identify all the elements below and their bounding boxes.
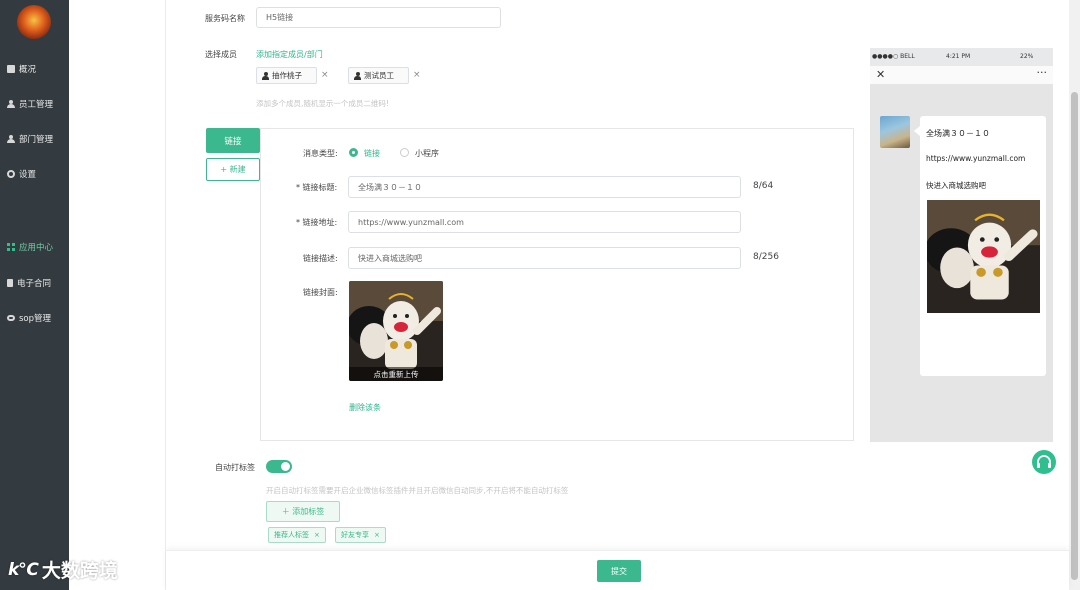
reupload-button[interactable]: 点击重新上传 — [349, 367, 443, 381]
scrollbar-thumb[interactable] — [1071, 92, 1078, 580]
app-center-icon — [7, 243, 15, 251]
more-icon: ··· — [1036, 66, 1048, 79]
phone-status-bar: ●●●●○ BELL 4:21 PM 22% — [870, 48, 1053, 66]
close-icon: ✕ — [876, 68, 886, 81]
sidebar-item-settings[interactable]: 设置 — [7, 167, 36, 181]
member-name: 抽作桃子 — [272, 71, 302, 80]
member-name: 测试员工 — [364, 71, 394, 80]
phone-carrier: ●●●●○ BELL — [872, 53, 915, 60]
member-chip: 测试员工 — [348, 67, 409, 84]
remove-member-icon[interactable]: × — [413, 70, 421, 80]
remove-member-icon[interactable]: × — [321, 70, 329, 80]
remove-tag-icon[interactable]: × — [314, 531, 320, 539]
avatar — [880, 116, 910, 148]
contract-icon — [7, 279, 13, 287]
link-url-label: * 链接地址: — [296, 218, 338, 227]
footer-bar: 提交 — [166, 550, 1069, 590]
watermark: k℃ 大数跨境 — [8, 556, 118, 583]
submit-button[interactable]: 提交 — [597, 560, 641, 582]
sidebar-item-label: 员工管理 — [19, 100, 54, 110]
sidebar-item-app-center[interactable]: 应用中心 — [7, 240, 53, 254]
service-name-input[interactable]: H5链接 — [256, 7, 501, 28]
bubble-desc: 快进入商城选购吧 — [926, 181, 986, 190]
bubble-cover-image — [927, 200, 1040, 313]
new-tab-button[interactable]: + 新建 — [206, 158, 260, 181]
sop-icon — [7, 315, 15, 321]
phone-nav-bar: ✕ ··· — [870, 66, 1053, 84]
sidebar-item-label: 应用中心 — [19, 243, 54, 253]
tag-chip: 推荐人标签 × — [268, 527, 326, 543]
tab-link[interactable]: 链接 — [206, 128, 260, 153]
link-desc-label: 链接描述: — [303, 254, 338, 263]
watermark-logo: k℃ — [8, 559, 39, 580]
link-url-input[interactable]: https://www.yunzmall.com — [348, 211, 741, 233]
sidebar-item-label: 设置 — [19, 170, 37, 180]
phone-battery: 22% — [1020, 53, 1034, 60]
delete-item-link[interactable]: 删除该条 — [349, 402, 381, 413]
sidebar-item-label: sop管理 — [19, 314, 52, 324]
sidebar-item-label: 电子合同 — [17, 279, 52, 289]
sidebar-item-sop[interactable]: sop管理 — [7, 311, 51, 325]
auto-tag-hint: 开启自动打标签需要开启企业微信标签插件并且开启微信自动同步,不开启将不能自动打标… — [266, 486, 569, 495]
link-title-label: * 链接标题: — [296, 183, 338, 192]
title-char-count: 8/64 — [753, 181, 774, 191]
message-bubble: 全场满３０－１０ https://www.yunzmall.com 快进入商城选… — [914, 116, 1046, 376]
sidebar-item-overview[interactable]: 概况 — [7, 62, 36, 76]
customer-service-button[interactable] — [1032, 450, 1056, 474]
members-label: 选择成员 — [205, 50, 237, 59]
sidebar-item-label: 部门管理 — [19, 135, 54, 145]
cover-photo — [927, 200, 1040, 313]
link-title-input[interactable]: 全场满３０－１０ — [348, 176, 741, 198]
tag-chip-label: 推荐人标签 — [274, 531, 309, 539]
person-icon — [354, 71, 361, 80]
person-icon — [262, 71, 269, 80]
auto-tag-toggle[interactable] — [266, 460, 292, 473]
add-members-link[interactable]: 添加指定成员/部门 — [256, 49, 323, 60]
link-cover-image[interactable]: 点击重新上传 — [349, 281, 443, 381]
link-desc-input[interactable]: 快进入商城选购吧 — [348, 247, 741, 269]
members-hint: 添加多个成员,随机显示一个成员二维码! — [256, 99, 389, 108]
service-name-label: 服务码名称 — [205, 14, 245, 23]
auto-tag-label: 自动打标签 — [215, 463, 255, 472]
settings-icon — [7, 170, 15, 178]
phone-preview: ●●●●○ BELL 4:21 PM 22% ✕ ··· 全场满３０－１０ ht… — [870, 48, 1053, 442]
bubble-title: 全场满３０－１０ — [926, 129, 990, 138]
member-chip: 抽作桃子 — [256, 67, 317, 84]
radio-link[interactable] — [349, 148, 358, 157]
sidebar-item-staff[interactable]: 员工管理 — [7, 97, 53, 111]
headset-icon — [1037, 455, 1051, 468]
sub-sidebar — [69, 0, 166, 590]
overview-icon — [7, 65, 15, 73]
sidebar-item-label: 概况 — [19, 65, 37, 75]
tag-chip-label: 好友专享 — [341, 531, 369, 539]
add-tag-button[interactable]: ＋ 添加标签 — [266, 501, 340, 522]
sidebar-item-contract[interactable]: 电子合同 — [7, 276, 51, 290]
sidebar: 概况 员工管理 部门管理 设置 应用中心 电子合同 sop管理 — [0, 0, 69, 590]
phone-time: 4:21 PM — [946, 53, 971, 60]
message-type-label: 消息类型: — [303, 149, 338, 158]
remove-tag-icon[interactable]: × — [374, 531, 380, 539]
bubble-url: https://www.yunzmall.com — [926, 154, 1026, 163]
radio-mini-program-label[interactable]: 小程序 — [415, 148, 439, 159]
tag-chip: 好友专享 × — [335, 527, 386, 543]
watermark-text: 大数跨境 — [41, 560, 118, 582]
link-cover-label: 链接封面: — [303, 288, 338, 297]
app-logo — [17, 5, 51, 39]
radio-link-label[interactable]: 链接 — [364, 148, 380, 159]
staff-icon — [7, 100, 15, 108]
desc-char-count: 8/256 — [753, 252, 779, 262]
department-icon — [7, 135, 15, 143]
radio-mini-program[interactable] — [400, 148, 409, 157]
cover-photo — [349, 281, 443, 381]
sidebar-item-department[interactable]: 部门管理 — [7, 132, 53, 146]
